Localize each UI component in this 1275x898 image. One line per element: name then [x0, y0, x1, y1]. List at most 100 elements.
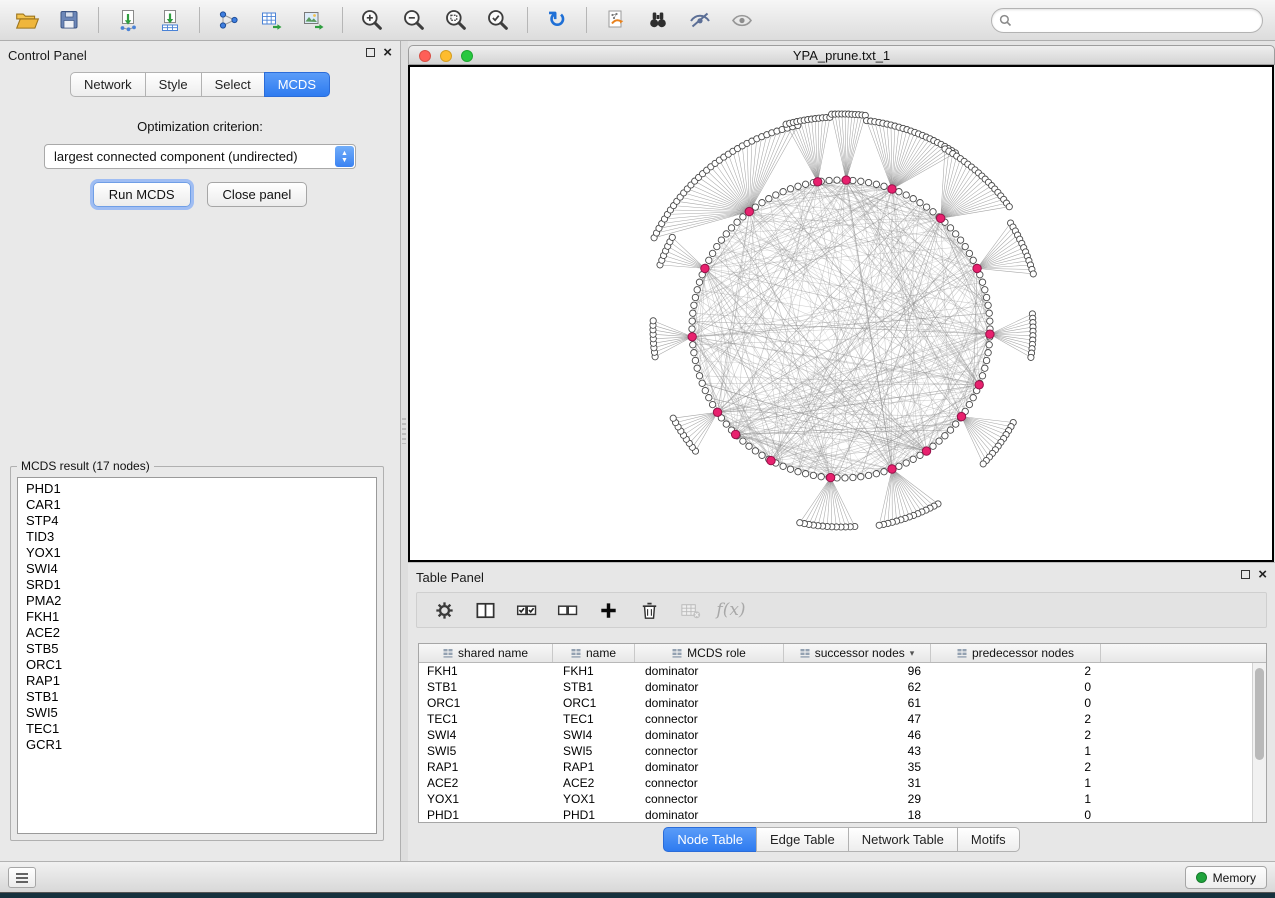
cell-shared-name[interactable]: SWI5 — [419, 743, 553, 759]
float-panel-icon[interactable] — [366, 48, 375, 57]
export-image-button[interactable] — [294, 4, 332, 36]
tab-select[interactable]: Select — [201, 72, 265, 97]
import-network-from-file-button[interactable] — [109, 4, 147, 36]
column-header-shared-name[interactable]: shared name — [419, 644, 553, 662]
show-details-button[interactable] — [723, 4, 761, 36]
cell-successor-nodes[interactable]: 46 — [784, 727, 931, 743]
table-row[interactable]: TEC1TEC1connector472 — [419, 711, 1252, 727]
cell-predecessor-nodes[interactable]: 2 — [931, 711, 1101, 727]
table-row[interactable]: YOX1YOX1connector291 — [419, 791, 1252, 807]
search-input[interactable] — [1017, 13, 1262, 27]
network-window-titlebar[interactable]: YPA_prune.txt_1 — [408, 45, 1275, 65]
mcds-result-item[interactable]: TID3 — [18, 529, 376, 545]
cell-predecessor-nodes[interactable]: 0 — [931, 807, 1101, 822]
mcds-result-item[interactable]: CAR1 — [18, 497, 376, 513]
export-table-button[interactable] — [252, 4, 290, 36]
deselect-all-button[interactable] — [554, 597, 580, 623]
cell-successor-nodes[interactable]: 18 — [784, 807, 931, 822]
cell-predecessor-nodes[interactable]: 2 — [931, 759, 1101, 775]
cell-shared-name[interactable]: ACE2 — [419, 775, 553, 791]
float-table-panel-icon[interactable] — [1241, 570, 1250, 579]
table-tab-node-table[interactable]: Node Table — [663, 827, 757, 852]
new-network-button[interactable] — [210, 4, 248, 36]
cell-successor-nodes[interactable]: 62 — [784, 679, 931, 695]
scrollbar-thumb[interactable] — [1255, 668, 1264, 760]
cell-predecessor-nodes[interactable]: 2 — [931, 727, 1101, 743]
cell-shared-name[interactable]: ORC1 — [419, 695, 553, 711]
network-copy-button[interactable] — [597, 4, 635, 36]
mcds-result-item[interactable]: STB5 — [18, 641, 376, 657]
table-row[interactable]: PHD1PHD1dominator180 — [419, 807, 1252, 822]
table-row[interactable]: SWI4SWI4dominator462 — [419, 727, 1252, 743]
optimization-criterion-select[interactable]: largest connected component (undirected)… — [44, 144, 356, 169]
column-header-mcds-role[interactable]: MCDS role — [635, 644, 784, 662]
cell-mcds-role[interactable]: dominator — [635, 727, 784, 743]
cell-name[interactable]: RAP1 — [553, 759, 635, 775]
close-panel-button[interactable]: Close panel — [207, 182, 308, 207]
select-all-button[interactable] — [513, 597, 539, 623]
close-table-panel-icon[interactable]: × — [1258, 570, 1267, 579]
maximize-window-icon[interactable] — [461, 50, 473, 62]
cell-mcds-role[interactable]: dominator — [635, 663, 784, 679]
column-header-predecessor-nodes[interactable]: predecessor nodes — [931, 644, 1101, 662]
cell-predecessor-nodes[interactable]: 0 — [931, 695, 1101, 711]
panel-splitter[interactable] — [401, 41, 408, 861]
cell-mcds-role[interactable]: dominator — [635, 695, 784, 711]
mcds-result-item[interactable]: FKH1 — [18, 609, 376, 625]
cell-predecessor-nodes[interactable]: 1 — [931, 791, 1101, 807]
close-window-icon[interactable] — [419, 50, 431, 62]
cell-successor-nodes[interactable]: 43 — [784, 743, 931, 759]
cell-name[interactable]: ACE2 — [553, 775, 635, 791]
hide-details-button[interactable] — [681, 4, 719, 36]
table-row[interactable]: STB1STB1dominator620 — [419, 679, 1252, 695]
table-tab-motifs[interactable]: Motifs — [957, 827, 1020, 852]
cell-name[interactable]: FKH1 — [553, 663, 635, 679]
column-header-name[interactable]: name — [553, 644, 635, 662]
cell-shared-name[interactable]: TEC1 — [419, 711, 553, 727]
run-mcds-button[interactable]: Run MCDS — [93, 182, 191, 207]
cell-mcds-role[interactable]: dominator — [635, 807, 784, 822]
table-mode-button[interactable] — [431, 597, 457, 623]
mcds-result-item[interactable]: YOX1 — [18, 545, 376, 561]
cell-predecessor-nodes[interactable]: 0 — [931, 679, 1101, 695]
mcds-result-item[interactable]: ACE2 — [18, 625, 376, 641]
cell-successor-nodes[interactable]: 31 — [784, 775, 931, 791]
cell-shared-name[interactable]: STB1 — [419, 679, 553, 695]
cell-name[interactable]: SWI4 — [553, 727, 635, 743]
cell-mcds-role[interactable]: connector — [635, 775, 784, 791]
cell-mcds-role[interactable]: dominator — [635, 759, 784, 775]
cell-predecessor-nodes[interactable]: 2 — [931, 663, 1101, 679]
zoom-selected-button[interactable] — [479, 4, 517, 36]
mcds-result-item[interactable]: STB1 — [18, 689, 376, 705]
mcds-result-item[interactable]: PHD1 — [18, 481, 376, 497]
cell-successor-nodes[interactable]: 35 — [784, 759, 931, 775]
cell-name[interactable]: TEC1 — [553, 711, 635, 727]
cell-mcds-role[interactable]: connector — [635, 743, 784, 759]
zoom-in-button[interactable] — [353, 4, 391, 36]
tab-style[interactable]: Style — [145, 72, 202, 97]
cell-name[interactable]: YOX1 — [553, 791, 635, 807]
cell-name[interactable]: STB1 — [553, 679, 635, 695]
table-row[interactable]: FKH1FKH1dominator962 — [419, 663, 1252, 679]
cell-predecessor-nodes[interactable]: 1 — [931, 775, 1101, 791]
find-button[interactable] — [639, 4, 677, 36]
minimize-window-icon[interactable] — [440, 50, 452, 62]
cell-mcds-role[interactable]: connector — [635, 791, 784, 807]
table-row[interactable]: RAP1RAP1dominator352 — [419, 759, 1252, 775]
cell-shared-name[interactable]: YOX1 — [419, 791, 553, 807]
open-file-button[interactable] — [8, 4, 46, 36]
column-header-successor-nodes[interactable]: successor nodes▾ — [784, 644, 931, 662]
panel-menu-button[interactable] — [8, 867, 36, 888]
cell-shared-name[interactable]: PHD1 — [419, 807, 553, 822]
mcds-result-item[interactable]: STP4 — [18, 513, 376, 529]
mcds-result-list[interactable]: PHD1CAR1STP4TID3YOX1SWI4SRD1PMA2FKH1ACE2… — [17, 477, 377, 834]
zoom-out-button[interactable] — [395, 4, 433, 36]
tab-network[interactable]: Network — [70, 72, 146, 97]
cell-name[interactable]: SWI5 — [553, 743, 635, 759]
memory-button[interactable]: Memory — [1185, 866, 1267, 889]
table-row[interactable]: ORC1ORC1dominator610 — [419, 695, 1252, 711]
delete-column-button[interactable] — [636, 597, 662, 623]
search-box[interactable] — [991, 8, 1263, 33]
cell-name[interactable]: PHD1 — [553, 807, 635, 822]
cell-mcds-role[interactable]: connector — [635, 711, 784, 727]
